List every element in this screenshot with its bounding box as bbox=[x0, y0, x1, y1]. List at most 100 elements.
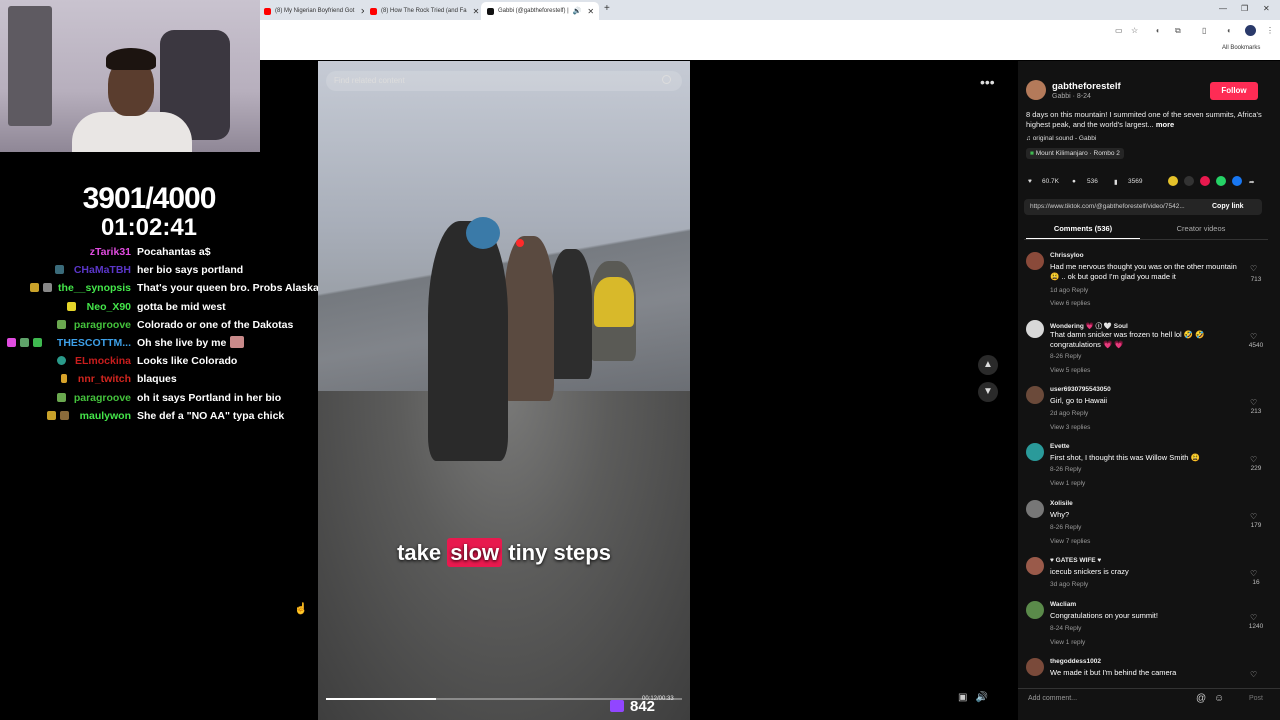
commenter-name[interactable]: user6930795543050 bbox=[1050, 386, 1111, 393]
comment-meta[interactable]: 8-26 Reply bbox=[1050, 466, 1081, 473]
post-button[interactable]: Post bbox=[1249, 695, 1263, 702]
like-heart-icon[interactable]: ♡ bbox=[1250, 670, 1257, 679]
commenter-avatar[interactable] bbox=[1026, 601, 1044, 619]
bookmark-icon[interactable]: ▮ bbox=[1114, 178, 1118, 186]
location-chip[interactable]: ■ Mount Kilimanjaro · Rombo 2 bbox=[1026, 148, 1124, 159]
comment-meta[interactable]: 3d ago Reply bbox=[1050, 581, 1088, 588]
facebook-icon[interactable] bbox=[1232, 176, 1242, 186]
like-heart-icon[interactable]: ♡ bbox=[1250, 512, 1257, 521]
more-options-icon[interactable]: ••• bbox=[980, 74, 995, 90]
sound-link[interactable]: ♫ original sound - Gabbi bbox=[1026, 135, 1096, 142]
chat-username: THESCOTTM... bbox=[56, 336, 131, 349]
like-heart-icon[interactable]: ♡ bbox=[1250, 569, 1257, 578]
mention-icon[interactable]: @ bbox=[1196, 693, 1206, 704]
follow-button[interactable]: Follow bbox=[1210, 82, 1258, 100]
profile-avatar[interactable] bbox=[1245, 25, 1256, 36]
chat-message: Colorado or one of the Dakotas bbox=[137, 318, 294, 331]
previous-video-button[interactable]: ▲ bbox=[978, 355, 998, 375]
commenter-avatar[interactable] bbox=[1026, 252, 1044, 270]
comment-text: That damn snicker was frozen to hell lol… bbox=[1050, 330, 1205, 349]
menu-dots-icon[interactable]: ⋮ bbox=[1266, 26, 1274, 35]
like-heart-icon[interactable]: ♡ bbox=[1250, 613, 1257, 622]
address-bar[interactable] bbox=[260, 20, 1280, 42]
close-icon[interactable]: ✕ bbox=[354, 7, 364, 16]
view-replies-link[interactable]: View 5 replies bbox=[1050, 367, 1090, 374]
view-replies-link[interactable]: View 1 reply bbox=[1050, 639, 1085, 646]
whatsapp-icon[interactable] bbox=[1216, 176, 1226, 186]
send-icon[interactable] bbox=[1200, 176, 1210, 186]
commenter-name[interactable]: Chrissyloo bbox=[1050, 252, 1084, 259]
view-replies-link[interactable]: View 7 replies bbox=[1050, 538, 1090, 545]
account-icon[interactable]: ◐ bbox=[1227, 26, 1232, 35]
commenter-name[interactable]: ♥ GATES WIFE ♥ bbox=[1050, 557, 1101, 564]
copy-link-button[interactable]: Copy link bbox=[1212, 203, 1244, 210]
comment-meta[interactable]: 8-26 Reply bbox=[1050, 524, 1081, 531]
video-progress-bar[interactable] bbox=[326, 698, 682, 700]
commenter-avatar[interactable] bbox=[1026, 658, 1044, 676]
commenter-name[interactable]: thegoddess1002 bbox=[1050, 658, 1101, 665]
creator-avatar[interactable] bbox=[1026, 80, 1046, 100]
location-label: Mount Kilimanjaro · Rombo 2 bbox=[1035, 150, 1120, 157]
close-icon[interactable]: ✕ bbox=[467, 7, 480, 16]
browser-tab-title: (8) How The Rock Tried (and Fa bbox=[381, 8, 467, 14]
youtube-icon bbox=[370, 7, 377, 15]
extensions-icon[interactable]: ⧉ bbox=[1175, 26, 1181, 36]
commenter-name[interactable]: Wondering 💗 ⓘ 🤍 Soul bbox=[1050, 320, 1128, 330]
tab-comments[interactable]: Comments (536) bbox=[1026, 224, 1140, 239]
chat-username: nnr_twitch bbox=[77, 373, 131, 386]
sidebar-icon[interactable]: ▯ bbox=[1202, 26, 1206, 35]
video-player[interactable] bbox=[318, 61, 690, 720]
view-replies-link[interactable]: View 3 replies bbox=[1050, 424, 1090, 431]
comment-text: Had me nervous thought you was on the ot… bbox=[1050, 262, 1237, 281]
view-replies-link[interactable]: View 1 reply bbox=[1050, 480, 1085, 487]
heart-icon[interactable]: ♥ bbox=[1028, 178, 1032, 185]
like-heart-icon[interactable]: ♡ bbox=[1250, 398, 1257, 407]
emoji-icon[interactable]: ☺ bbox=[1214, 693, 1224, 704]
related-search-input[interactable]: Find related content bbox=[326, 71, 682, 91]
post-description: 8 days on this mountain! I summited one … bbox=[1026, 110, 1266, 130]
commenter-name[interactable]: Wacliam bbox=[1050, 601, 1076, 608]
comment-icon[interactable]: ● bbox=[1072, 178, 1076, 185]
miniplayer-icon[interactable]: ▣ 🔊 bbox=[958, 692, 988, 703]
comment-meta[interactable]: 8-26 Reply bbox=[1050, 353, 1081, 360]
commenter-name[interactable]: Evette bbox=[1050, 443, 1070, 450]
chat-message: gotta be mid west bbox=[137, 300, 226, 313]
next-video-button[interactable]: ▼ bbox=[978, 382, 998, 402]
close-icon[interactable]: ✕ bbox=[581, 7, 594, 16]
comment-meta[interactable]: 1d ago Reply bbox=[1050, 287, 1088, 294]
chat-badge-icon bbox=[60, 410, 69, 420]
browser-tab[interactable]: (8) My Nigerian Boyfriend Got ✕ bbox=[258, 2, 364, 20]
comment-meta[interactable]: 8-24 Reply bbox=[1050, 625, 1081, 632]
like-heart-icon[interactable]: ♡ bbox=[1250, 332, 1257, 341]
embed-icon[interactable] bbox=[1184, 176, 1194, 186]
commenter-avatar[interactable] bbox=[1026, 557, 1044, 575]
new-tab-button[interactable]: + bbox=[604, 3, 610, 14]
close-window-icon[interactable]: ✕ bbox=[1263, 4, 1270, 13]
commenter-avatar[interactable] bbox=[1026, 386, 1044, 404]
view-replies-link[interactable]: View 6 replies bbox=[1050, 300, 1090, 307]
video-caption: take slow tiny steps bbox=[318, 538, 690, 567]
speaker-icon[interactable]: 🔊 bbox=[573, 7, 582, 15]
tab-creator-videos[interactable]: Creator videos bbox=[1144, 224, 1258, 233]
commenter-avatar[interactable] bbox=[1026, 500, 1044, 518]
maximize-icon[interactable]: ❐ bbox=[1241, 4, 1248, 13]
commenter-avatar[interactable] bbox=[1026, 443, 1044, 461]
comment-meta[interactable]: 2d ago Reply bbox=[1050, 410, 1088, 417]
share-arrow-icon[interactable]: ➦ bbox=[1249, 178, 1254, 186]
more-link[interactable]: more bbox=[1156, 120, 1174, 129]
all-bookmarks-link[interactable]: All Bookmarks bbox=[1222, 45, 1260, 51]
browser-tab-active[interactable]: Gabbi (@gabtheforestelf) | 🔊 ✕ bbox=[481, 2, 599, 20]
audio-icon[interactable]: ◖ bbox=[1155, 26, 1160, 35]
cast-icon[interactable]: ▭ bbox=[1115, 26, 1123, 35]
like-heart-icon[interactable]: ♡ bbox=[1250, 455, 1257, 464]
commenter-name[interactable]: Xolisile bbox=[1050, 500, 1073, 507]
search-icon[interactable] bbox=[662, 75, 671, 84]
add-comment-input[interactable]: Add comment... bbox=[1028, 695, 1077, 702]
like-heart-icon[interactable]: ♡ bbox=[1250, 264, 1257, 273]
creator-username[interactable]: gabtheforestelf bbox=[1052, 81, 1121, 92]
coin-icon[interactable] bbox=[1168, 176, 1178, 186]
browser-tab[interactable]: (8) How The Rock Tried (and Fa ✕ bbox=[364, 2, 480, 20]
bookmark-star-icon[interactable]: ☆ bbox=[1131, 26, 1138, 35]
minimize-icon[interactable]: — bbox=[1219, 4, 1227, 13]
commenter-avatar[interactable] bbox=[1026, 320, 1044, 338]
